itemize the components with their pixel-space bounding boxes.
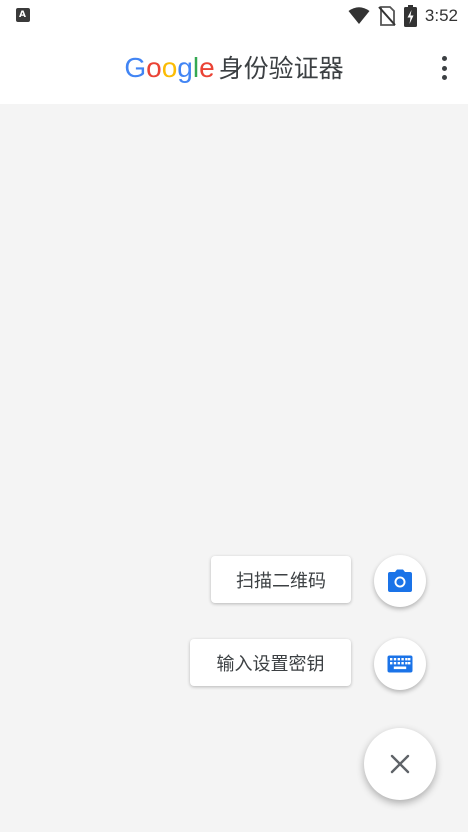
more-vert-icon <box>441 56 447 61</box>
camera-icon <box>388 569 412 592</box>
status-icons: 3:52 <box>348 5 458 27</box>
google-logo: Google <box>124 52 214 83</box>
scan-qr-code-button[interactable] <box>374 555 426 607</box>
page-title: 身份验证器 <box>218 54 344 83</box>
notification-badge-letter: A <box>19 10 26 20</box>
app-brand: Google 身份验证器 <box>0 49 468 85</box>
clock-time: 3:52 <box>424 6 458 25</box>
battery-charging-icon <box>403 5 417 27</box>
google-logo-letter: o <box>146 52 162 83</box>
close-icon <box>390 754 410 774</box>
google-logo-letter: g <box>177 52 193 83</box>
google-logo-letter: G <box>124 52 147 83</box>
status-bar: A 3:52 <box>0 0 468 32</box>
enter-setup-key-label[interactable]: 输入设置密钥 <box>190 639 351 686</box>
wifi-icon <box>348 7 370 24</box>
app-bar: Google 身份验证器 <box>0 32 468 104</box>
no-sim-icon <box>378 6 396 26</box>
scan-qr-code-label[interactable]: 扫描二维码 <box>211 556 351 603</box>
close-speed-dial-button[interactable] <box>364 728 436 800</box>
google-logo-letter: e <box>199 52 215 83</box>
more-options-button[interactable] <box>436 54 452 82</box>
keyboard-icon <box>387 655 413 673</box>
enter-setup-key-button[interactable] <box>374 638 426 690</box>
notification-a-icon: A <box>16 8 30 22</box>
google-logo-letter: o <box>161 52 178 83</box>
